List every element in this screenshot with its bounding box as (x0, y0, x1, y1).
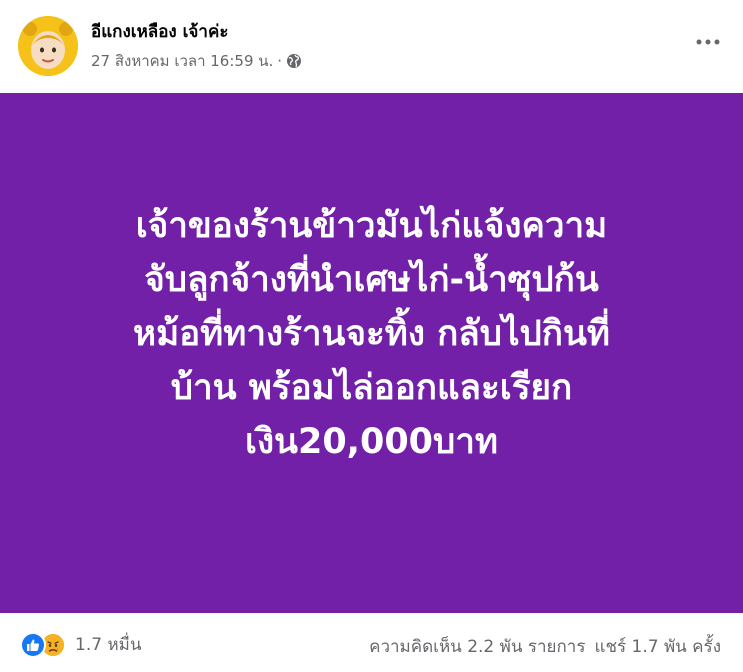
headline-line: เงิน20,000บาท (245, 422, 498, 462)
author-avatar[interactable] (18, 16, 78, 76)
engagement-stats: ความคิดเห็น 2.2 พัน รายการ แชร์ 1.7 พัน … (369, 633, 721, 660)
headline-line: หม้อที่ทางร้านจะทิ้ง กลับไปกินที่ (133, 314, 610, 354)
headline-line: บ้าน พร้อมไล่ออกและเรียก (170, 368, 573, 408)
post-timestamp[interactable]: 27 สิงหาคม เวลา 16:59 น. (91, 49, 273, 73)
meta-separator: · (277, 52, 283, 70)
post-headline: เจ้าของร้านข้าวมันไก่แจ้งความ จับลูกจ้าง… (52, 199, 692, 469)
more-options-icon[interactable] (693, 30, 723, 54)
post-image-text-panel[interactable]: เจ้าของร้านข้าวมันไก่แจ้งความ จับลูกจ้าง… (0, 93, 743, 613)
share-count[interactable]: แชร์ 1.7 พัน ครั้ง (594, 633, 721, 660)
like-icon (20, 631, 46, 658)
globe-icon[interactable] (286, 53, 302, 69)
reactions-summary[interactable]: 1.7 หมื่น (20, 631, 141, 658)
author-name[interactable]: อีแกงเหลือง เจ้าค่ะ (91, 18, 228, 45)
comment-count[interactable]: ความคิดเห็น 2.2 พัน รายการ (369, 633, 585, 660)
avatar-face-icon (18, 16, 78, 76)
post-footer: 1.7 หมื่น ความคิดเห็น 2.2 พัน รายการ แชร… (0, 613, 743, 672)
headline-line: เจ้าของร้านข้าวมันไก่แจ้งความ (135, 206, 608, 246)
post-meta: 27 สิงหาคม เวลา 16:59 น. · (91, 49, 302, 73)
headline-line: จับลูกจ้างที่นำเศษไก่-น้ำซุปก้น (144, 260, 599, 300)
reaction-count[interactable]: 1.7 หมื่น (75, 631, 141, 658)
post-header: อีแกงเหลือง เจ้าค่ะ 27 สิงหาคม เวลา 16:5… (0, 0, 743, 93)
